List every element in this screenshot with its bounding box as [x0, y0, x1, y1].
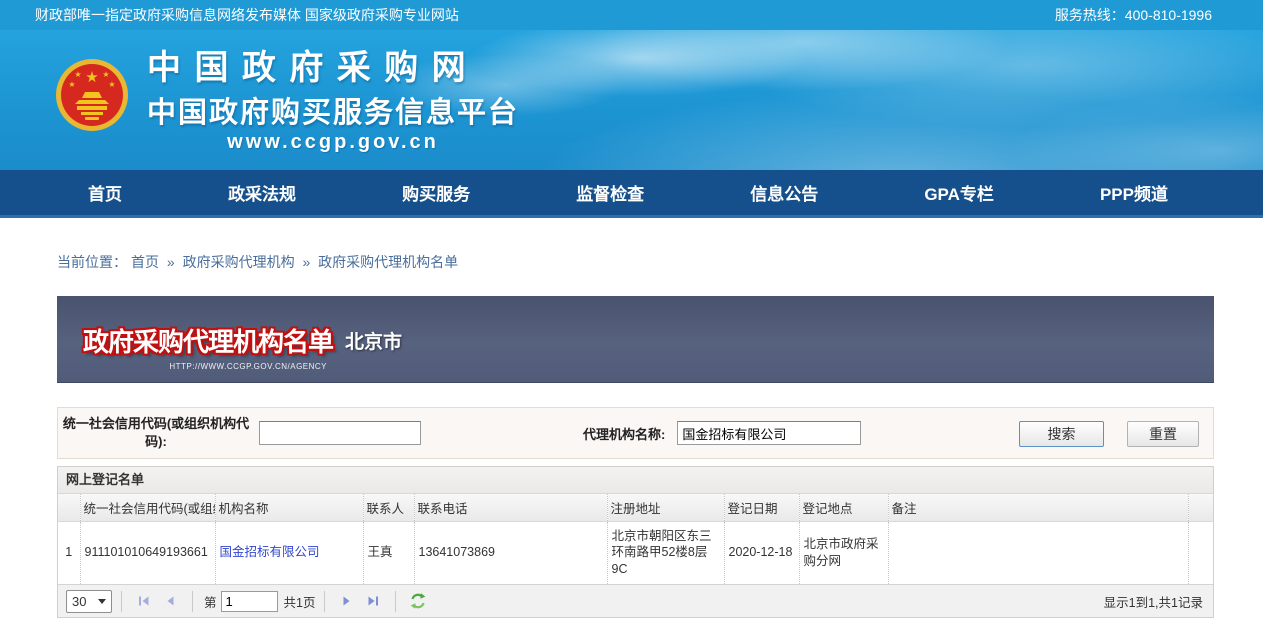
page-number-label: 第 [204, 592, 217, 611]
agency-table: 统一社会信用代码(或组织 机构名称 联系人 联系电话 注册地址 登记日期 登记地… [58, 494, 1213, 584]
cell-extra [1188, 521, 1213, 584]
record-summary: 显示1到1,共1记录 [1104, 592, 1205, 611]
col-header-remark: 备注 [888, 494, 1188, 521]
page-size-select[interactable]: 30 [66, 590, 112, 613]
agency-name-label: 代理机构名称: [583, 424, 665, 443]
agency-name-input[interactable] [677, 421, 861, 445]
breadcrumb-home[interactable]: 首页 [131, 254, 159, 270]
site-subtitle: 中国政府购买服务信息平台 [147, 89, 519, 131]
cell-index: 1 [58, 521, 80, 584]
table-header-row: 统一社会信用代码(或组织 机构名称 联系人 联系电话 注册地址 登记日期 登记地… [58, 494, 1213, 521]
credit-code-input[interactable] [259, 421, 421, 445]
col-header-org-name: 机构名称 [215, 494, 363, 521]
col-header-reg-place: 登记地点 [799, 494, 888, 521]
service-hotline: 服务热线：400-810-1996 [1055, 5, 1212, 25]
cell-reg-date: 2020-12-18 [724, 521, 799, 584]
breadcrumb-prefix: 当前位置： [57, 254, 127, 270]
cell-address: 北京市朝阳区东三环南路甲52楼8层9C [607, 521, 724, 584]
page-number-input[interactable] [221, 591, 278, 612]
breadcrumb-separator: » [167, 254, 175, 270]
banner-title-block: 政府采购代理机构名单 HTTP://WWW.CCGP.GOV.CN/AGENCY [83, 322, 333, 371]
site-slogan: 财政部唯一指定政府采购信息网络发布媒体 国家级政府采购专业网站 [35, 5, 459, 25]
cell-phone: 13641073869 [414, 521, 607, 584]
cell-credit-code: 911101010649193661 [80, 521, 215, 584]
svg-text:★: ★ [68, 80, 75, 89]
banner-title: 政府采购代理机构名单 [83, 322, 333, 359]
last-page-button[interactable] [364, 592, 382, 610]
separator [324, 591, 325, 612]
pagination-bar: 30 第 共1页 [58, 584, 1213, 617]
svg-text:★: ★ [108, 80, 115, 89]
cell-contact: 王真 [363, 521, 414, 584]
content-area: 政府采购代理机构名单 HTTP://WWW.CCGP.GOV.CN/AGENCY… [57, 296, 1214, 618]
breadcrumb: 当前位置：首页 » 政府采购代理机构 » 政府采购代理机构名单 [0, 218, 1263, 272]
col-header-index [58, 494, 80, 521]
col-header-phone: 联系电话 [414, 494, 607, 521]
site-url: www.ccgp.gov.cn [147, 131, 519, 154]
separator [395, 591, 396, 612]
col-header-address: 注册地址 [607, 494, 724, 521]
logo-row[interactable]: ★ ★ ★ ★ ★ 中 国 政 府 采 购 网 中国政府购买服务信息平台 www… [0, 30, 1263, 154]
search-button[interactable]: 搜索 [1019, 421, 1104, 447]
table-row: 1 911101010649193661 国金招标有限公司 王真 1364107… [58, 521, 1213, 584]
breadcrumb-current: 政府采购代理机构名单 [318, 254, 458, 270]
separator [192, 591, 193, 612]
nav-item-regulations[interactable]: 政采法规 [228, 180, 296, 205]
total-pages-label: 共1页 [284, 592, 316, 611]
top-bar: 财政部唯一指定政府采购信息网络发布媒体 国家级政府采购专业网站 服务热线：400… [0, 0, 1263, 30]
main-nav: 首页 政采法规 购买服务 监督检查 信息公告 GPA专栏 PPP频道 [0, 170, 1263, 218]
separator [121, 591, 122, 612]
col-header-extra [1188, 494, 1213, 521]
prev-page-button[interactable] [161, 592, 179, 610]
refresh-icon[interactable] [409, 592, 427, 610]
banner-url-caption: HTTP://WWW.CCGP.GOV.CN/AGENCY [83, 362, 333, 371]
first-page-button[interactable] [135, 592, 153, 610]
site-title: 中 国 政 府 采 购 网 [147, 40, 519, 89]
org-name-link[interactable]: 国金招标有限公司 [220, 545, 320, 559]
cell-remark [888, 521, 1188, 584]
next-page-button[interactable] [338, 592, 356, 610]
banner-region: 北京市 [345, 327, 402, 354]
svg-text:★: ★ [85, 69, 98, 86]
svg-text:★: ★ [102, 70, 109, 79]
registration-grid: 网上登记名单 统一社会信用代码(或组织 机构名称 联系人 联系电话 注册地址 登… [57, 466, 1214, 618]
breadcrumb-separator: » [302, 254, 310, 270]
cell-org-name: 国金招标有限公司 [215, 521, 363, 584]
cell-reg-place: 北京市政府采购分网 [799, 521, 888, 584]
reset-button[interactable]: 重置 [1127, 421, 1199, 447]
col-header-contact: 联系人 [363, 494, 414, 521]
page-size-value: 30 [72, 594, 86, 609]
col-header-reg-date: 登记日期 [724, 494, 799, 521]
national-emblem-icon: ★ ★ ★ ★ ★ [55, 58, 129, 137]
nav-item-ppp[interactable]: PPP频道 [1100, 180, 1168, 205]
agency-list-banner: 政府采购代理机构名单 HTTP://WWW.CCGP.GOV.CN/AGENCY… [57, 296, 1214, 383]
logo-text: 中 国 政 府 采 购 网 中国政府购买服务信息平台 www.ccgp.gov.… [147, 40, 519, 154]
search-form: 统一社会信用代码(或组织机构代码): 代理机构名称: 搜索 重置 [57, 407, 1214, 459]
nav-item-home[interactable]: 首页 [88, 180, 122, 205]
nav-item-announcements[interactable]: 信息公告 [750, 180, 818, 205]
caret-down-icon [98, 599, 106, 604]
breadcrumb-section[interactable]: 政府采购代理机构 [183, 254, 295, 270]
svg-text:★: ★ [74, 70, 81, 79]
grid-caption: 网上登记名单 [58, 467, 1213, 494]
nav-item-supervision[interactable]: 监督检查 [576, 180, 644, 205]
nav-item-purchase-services[interactable]: 购买服务 [402, 180, 470, 205]
credit-code-label: 统一社会信用代码(或组织机构代码): [58, 415, 254, 450]
col-header-credit-code: 统一社会信用代码(或组织 [80, 494, 215, 521]
site-header: ★ ★ ★ ★ ★ 中 国 政 府 采 购 网 中国政府购买服务信息平台 www… [0, 30, 1263, 170]
nav-item-gpa[interactable]: GPA专栏 [924, 180, 994, 205]
